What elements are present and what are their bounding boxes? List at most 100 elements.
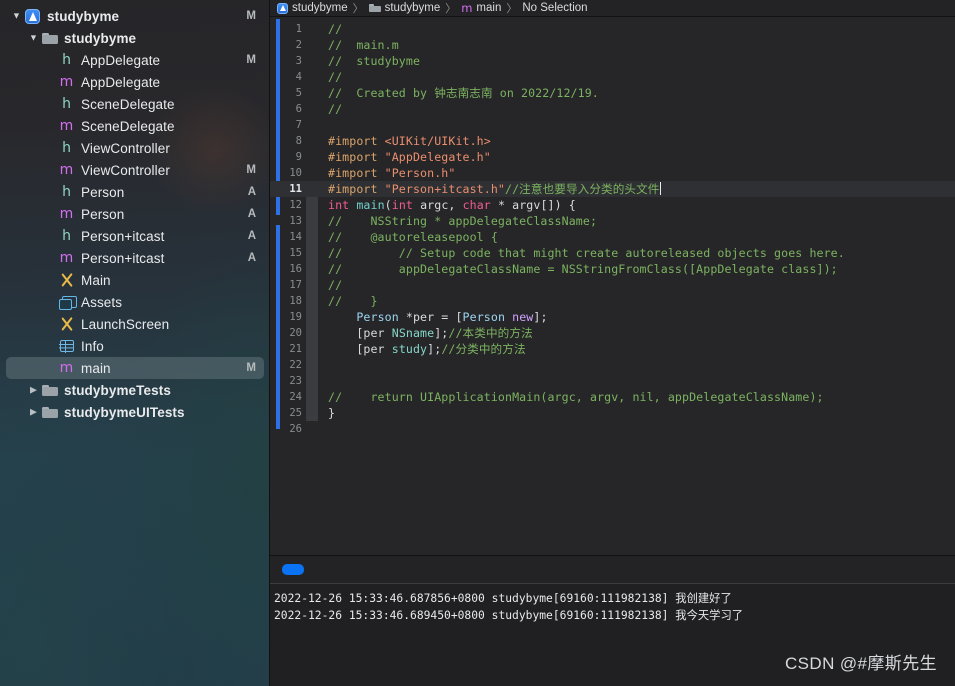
code-line[interactable]: 26 — [270, 421, 955, 437]
objc-file-icon: m — [59, 162, 74, 178]
code-lines[interactable]: 1 // 2 // main.m 3 // studybyme 4 // 5 // Created… — [270, 17, 955, 437]
sidebar-item-studybyme[interactable]: ▼ studybyme M — [6, 5, 264, 27]
navigator-list[interactable]: ▼ studybyme M ▼ studybyme h AppDelegate Mm AppDe… — [0, 0, 270, 423]
code-fold-ribbon[interactable] — [306, 213, 318, 229]
sidebar-item-scenedelegate[interactable]: h SceneDelegate — [6, 93, 264, 115]
breadcrumb-item-studybyme[interactable]: studybyme — [368, 2, 440, 14]
sidebar-item-person-itcast[interactable]: h Person+itcast A — [6, 225, 264, 247]
chevron-right-icon[interactable]: ▶ — [27, 407, 40, 416]
code-fold-ribbon[interactable] — [306, 309, 318, 325]
sidebar-item-assets[interactable]: Assets — [6, 291, 264, 313]
code-fold-ribbon[interactable] — [306, 245, 318, 261]
code-line[interactable]: 3 // studybyme — [270, 53, 955, 69]
code-fold-ribbon[interactable] — [306, 101, 318, 117]
chevron-down-icon[interactable]: ▼ — [10, 11, 23, 20]
code-line[interactable]: 6 // — [270, 101, 955, 117]
breadcrumb-item-no-selection[interactable]: No Selection — [522, 2, 587, 14]
code-fold-ribbon[interactable] — [306, 421, 318, 437]
code-line[interactable]: 22 — [270, 357, 955, 373]
sidebar-item-label: AppDelegate — [81, 52, 161, 68]
code-line[interactable]: 11 #import "Person+itcast.h"//注意也要导入分类的头文… — [270, 181, 955, 197]
code-line[interactable]: 7 — [270, 117, 955, 133]
code-fold-ribbon[interactable] — [306, 405, 318, 421]
code-line[interactable]: 17 // — [270, 277, 955, 293]
code-line[interactable]: 23 — [270, 373, 955, 389]
code-fold-ribbon[interactable] — [306, 229, 318, 245]
code-fold-ribbon[interactable] — [306, 117, 318, 133]
code-text: // — [318, 278, 342, 292]
sidebar-item-viewcontroller[interactable]: m ViewController M — [6, 159, 264, 181]
code-line[interactable]: 1 // — [270, 21, 955, 37]
code-fold-ribbon[interactable] — [306, 37, 318, 53]
code-fold-ribbon[interactable] — [306, 133, 318, 149]
code-text: // — [318, 70, 342, 84]
line-number: 19 — [289, 311, 302, 323]
code-token: // Created by 钟志南志南 on 2022/12/19. — [328, 86, 599, 100]
line-number: 26 — [289, 423, 302, 435]
sidebar-item-scenedelegate[interactable]: m SceneDelegate — [6, 115, 264, 137]
code-line[interactable]: 21 [per study];//分类中的方法 — [270, 341, 955, 357]
source-editor[interactable]: 1 // 2 // main.m 3 // studybyme 4 // 5 // Created… — [270, 17, 955, 555]
code-line[interactable]: 25} — [270, 405, 955, 421]
sidebar-item-info[interactable]: Info — [6, 335, 264, 357]
code-line[interactable]: 16 // appDelegateClassName = NSStringFrom… — [270, 261, 955, 277]
code-fold-ribbon[interactable] — [306, 149, 318, 165]
breadcrumb[interactable]: studybyme 〉 studybyme 〉 m main 〉 No Selection — [270, 0, 955, 17]
folder-icon — [368, 4, 381, 13]
breadcrumb-item-main[interactable]: m main — [461, 1, 501, 15]
code-fold-ribbon[interactable] — [306, 373, 318, 389]
code-fold-ribbon[interactable] — [306, 21, 318, 37]
code-line[interactable]: 18 // } — [270, 293, 955, 309]
code-line[interactable]: 19 Person *per = [Person new]; — [270, 309, 955, 325]
code-line[interactable]: 5 // Created by 钟志南志南 on 2022/12/19. — [270, 85, 955, 101]
code-fold-ribbon[interactable] — [306, 277, 318, 293]
chevron-down-icon[interactable]: ▼ — [27, 33, 40, 42]
console-toolbar[interactable] — [270, 555, 955, 583]
code-line[interactable]: 4 // — [270, 69, 955, 85]
sidebar-item-launchscreen[interactable]: LaunchScreen — [6, 313, 264, 335]
code-line[interactable]: 12 int main(int argc, char * argv[]) { — [270, 197, 955, 213]
code-line[interactable]: 2 // main.m — [270, 37, 955, 53]
scm-status-badge: M — [246, 10, 256, 22]
code-line[interactable]: 20 [per NSname];//本类中的方法 — [270, 325, 955, 341]
code-line[interactable]: 9 #import "AppDelegate.h" — [270, 149, 955, 165]
line-number: 3 — [295, 55, 302, 67]
sidebar-item-studybymeuitests[interactable]: ▶ studybymeUITests — [6, 401, 264, 423]
code-fold-ribbon[interactable] — [306, 325, 318, 341]
console-scope-pill[interactable] — [282, 564, 304, 575]
code-line[interactable]: 13 // NSString * appDelegateClassName; — [270, 213, 955, 229]
code-fold-ribbon[interactable] — [306, 389, 318, 405]
code-line[interactable]: 15 // // Setup code that might create aut… — [270, 245, 955, 261]
sidebar-item-person-itcast[interactable]: m Person+itcast A — [6, 247, 264, 269]
code-line[interactable]: 8 #import <UIKit/UIKit.h> — [270, 133, 955, 149]
sidebar-item-appdelegate[interactable]: h AppDelegate M — [6, 49, 264, 71]
code-line[interactable]: 14 // @autoreleasepool { — [270, 229, 955, 245]
sidebar-item-main[interactable]: m main M — [6, 357, 264, 379]
code-fold-ribbon[interactable] — [306, 85, 318, 101]
breadcrumb-item-studybyme[interactable]: studybyme — [277, 2, 348, 14]
sidebar-item-person[interactable]: m Person A — [6, 203, 264, 225]
sidebar-item-studybyme[interactable]: ▼ studybyme — [6, 27, 264, 49]
sidebar-item-viewcontroller[interactable]: h ViewController — [6, 137, 264, 159]
code-fold-ribbon[interactable] — [306, 165, 318, 181]
code-fold-ribbon[interactable] — [306, 341, 318, 357]
file-icon-wrap — [23, 8, 42, 24]
code-line[interactable]: 24 // return UIApplicationMain(argc, argv… — [270, 389, 955, 405]
code-fold-ribbon[interactable] — [306, 357, 318, 373]
code-token: #import — [328, 150, 385, 164]
code-fold-ribbon[interactable] — [306, 293, 318, 309]
sidebar-item-appdelegate[interactable]: m AppDelegate — [6, 71, 264, 93]
code-fold-ribbon[interactable] — [306, 261, 318, 277]
code-line[interactable]: 10 #import "Person.h" — [270, 165, 955, 181]
project-navigator[interactable]: ▼ studybyme M ▼ studybyme h AppDelegate Mm AppDe… — [0, 0, 270, 686]
sidebar-item-person[interactable]: h Person A — [6, 181, 264, 203]
code-token: ]; — [434, 326, 449, 340]
sidebar-item-studybymetests[interactable]: ▶ studybymeTests — [6, 379, 264, 401]
code-fold-ribbon[interactable] — [306, 181, 318, 197]
sidebar-item-main[interactable]: Main — [6, 269, 264, 291]
code-fold-ribbon[interactable] — [306, 53, 318, 69]
code-fold-ribbon[interactable] — [306, 197, 318, 213]
line-number: 21 — [289, 343, 302, 355]
chevron-right-icon[interactable]: ▶ — [27, 385, 40, 394]
code-fold-ribbon[interactable] — [306, 69, 318, 85]
